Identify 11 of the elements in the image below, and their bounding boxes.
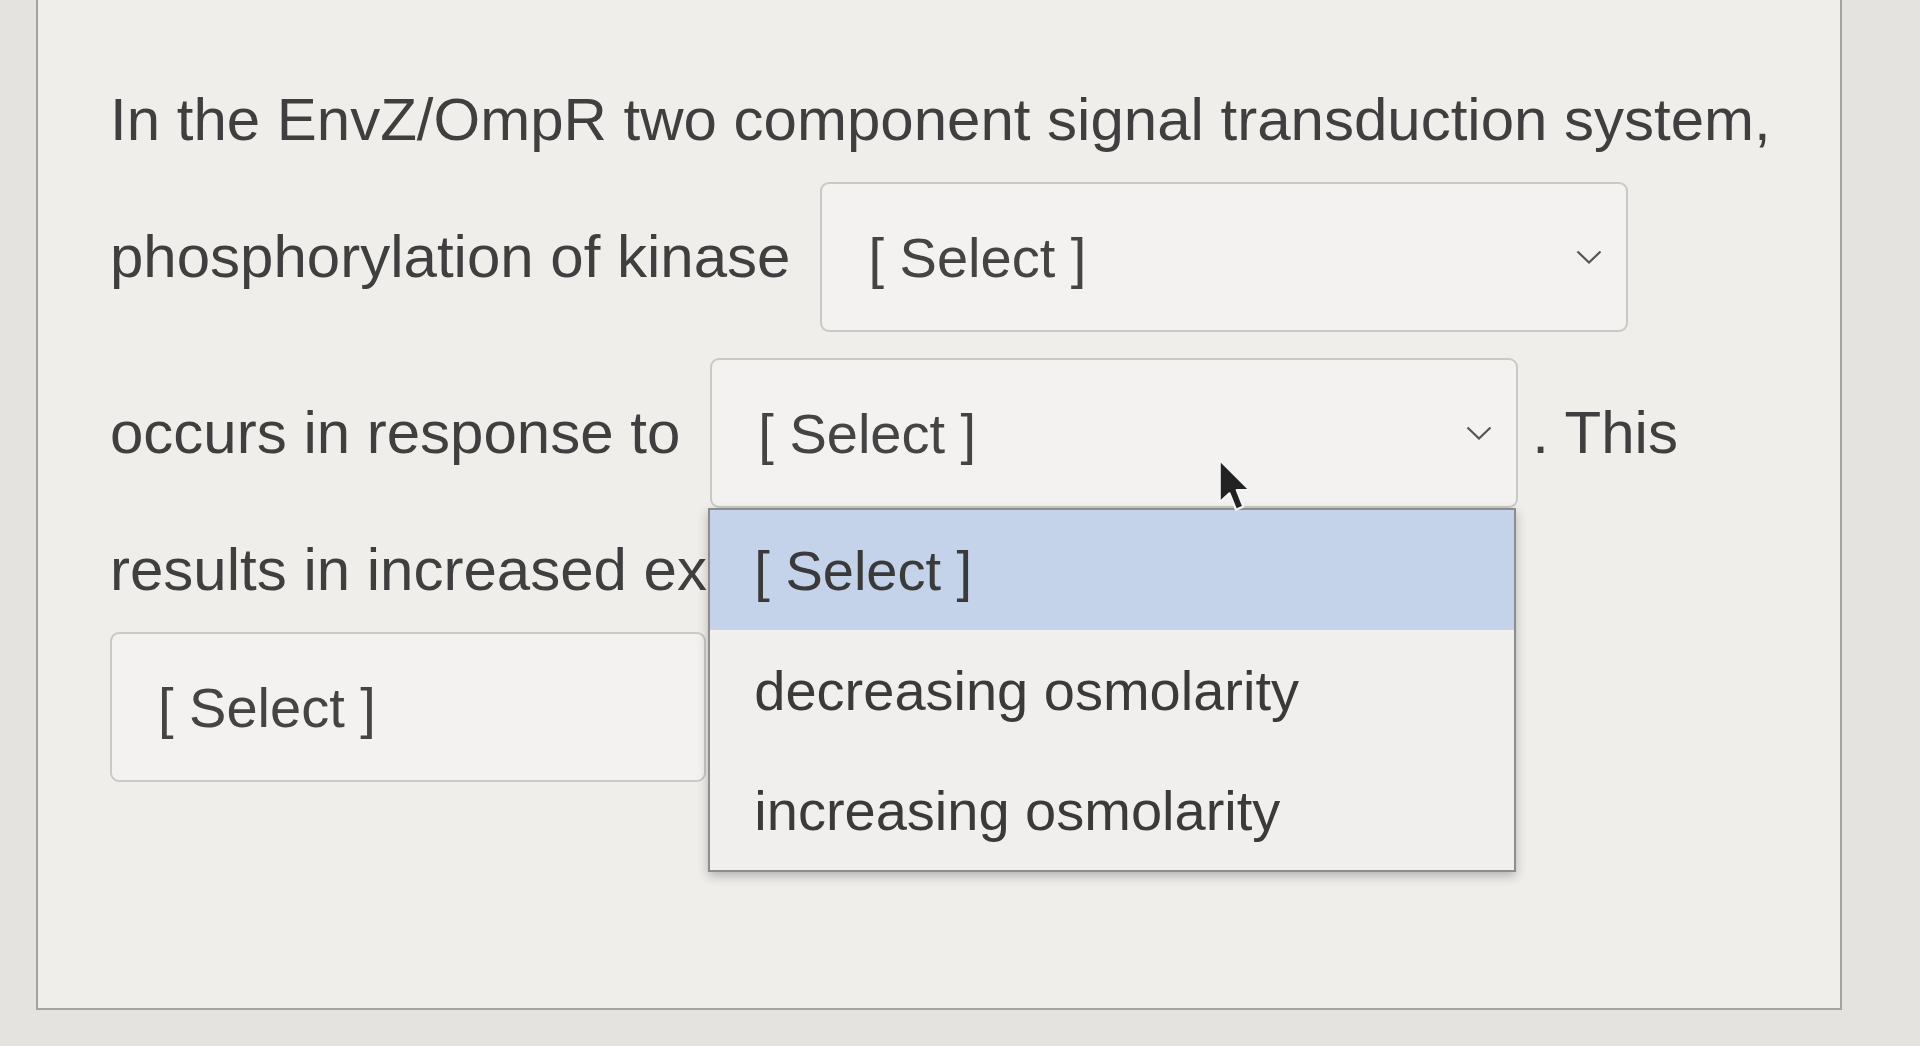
dropdown-select[interactable]: [ Select ]: [710, 358, 1519, 508]
question-text: occurs in response to: [110, 398, 681, 468]
question-text: . This: [1532, 398, 1678, 468]
dropdown-option[interactable]: [ Select ]: [710, 510, 1515, 630]
question-text: In the EnvZ/OmpR two component signal transduction system,: [110, 85, 1771, 155]
dropdown-option[interactable]: decreasing osmolarity: [710, 630, 1515, 750]
dropdown-select[interactable]: [ Select ]: [110, 632, 706, 782]
dropdown-select[interactable]: [ Select ]: [820, 182, 1629, 332]
dropdown-option[interactable]: increasing osmolarity: [710, 750, 1515, 870]
question-text: results in increased ex: [110, 535, 707, 605]
question-text: phosphorylation of kinase: [110, 222, 791, 292]
